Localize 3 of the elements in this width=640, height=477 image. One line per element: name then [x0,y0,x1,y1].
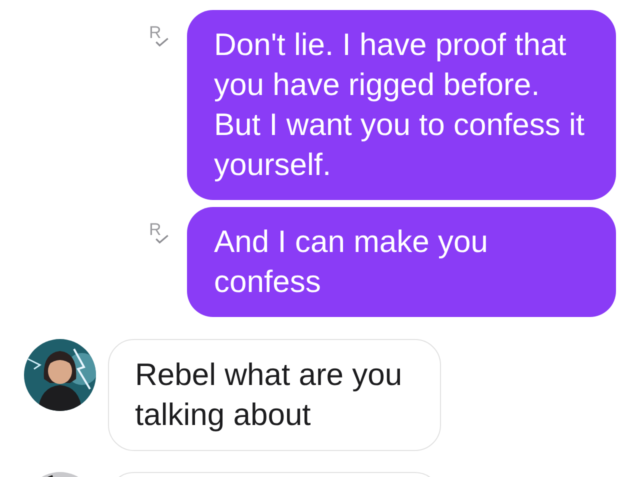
message-bubble: Don't lie. I have proof that you have rigged before. But I want you to confess it yourself. [187,10,616,200]
message-bubble: Rebel what are you talking about [108,339,441,451]
message-bubble: And I can make you confess [187,207,616,317]
